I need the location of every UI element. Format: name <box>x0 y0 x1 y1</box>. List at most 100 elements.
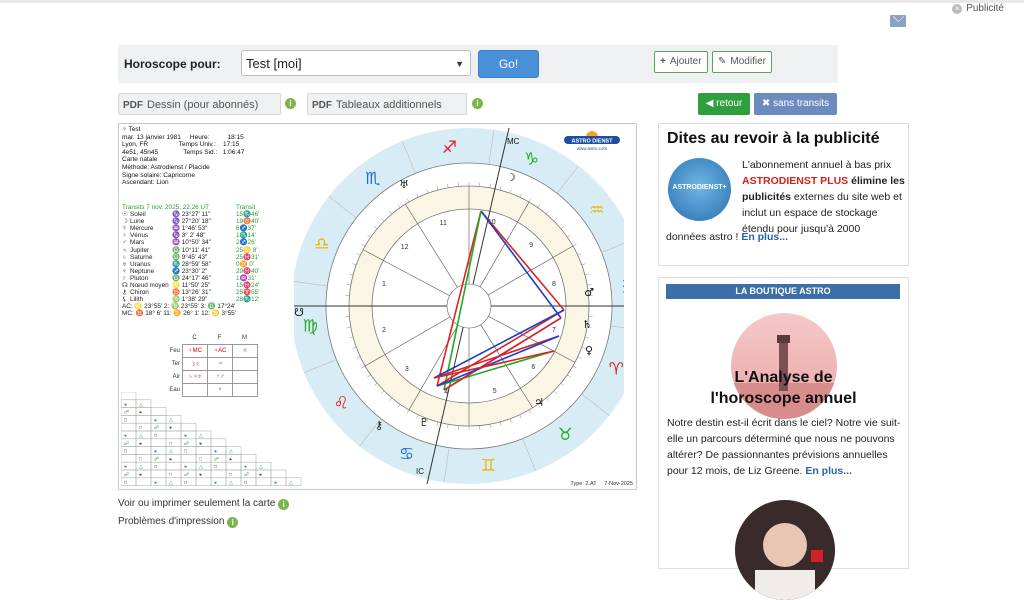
aspect-glyph: ☍ <box>124 410 129 416</box>
aspect-glyph: □ <box>139 456 142 462</box>
planet-n: Chiron <box>130 289 172 296</box>
zodiac-sign-glyph: ♒ <box>589 201 604 221</box>
zodiac-sign-glyph: ♐ <box>442 138 457 158</box>
aspect-glyph: ⚹ <box>214 480 217 486</box>
planet-n: Soleil <box>130 211 172 218</box>
chart-footer: Type: 2.AT 7-Nov-2025 <box>570 481 633 487</box>
planet-g: ♂ <box>122 239 130 246</box>
pdf-dessin-link[interactable]: PDFDessin (pour abonnés) <box>118 93 281 115</box>
planet-n: Uranus <box>130 261 172 268</box>
planet-n: Pluton <box>130 275 172 282</box>
edit-button[interactable]: ✎ Modifier <box>712 51 772 73</box>
planet-g: ☿ <box>122 225 130 232</box>
shop-more-link[interactable]: En plus... <box>805 465 852 477</box>
planet-n: Nœud moyen <box>130 282 172 289</box>
logo-text: ASTRO DIENST <box>572 139 614 145</box>
planet-row: ♄Saturne♎ 9°45' 43"25♓31' <box>122 254 259 261</box>
planet-n: Neptune <box>130 268 172 275</box>
elements-cell: ♀MC <box>183 345 208 358</box>
ad-last-line: données astro ! En plus... <box>666 231 788 243</box>
planet-g: ⚷ <box>122 289 130 296</box>
aspect-glyph: □ <box>124 480 127 486</box>
aspect-glyph: △ <box>169 480 173 486</box>
horoscope-select[interactable]: Test [moi] ▼ <box>241 50 471 76</box>
aspect-glyph: △ <box>229 449 233 455</box>
aspect-glyph: □ <box>214 464 217 470</box>
aspect-glyph: △ <box>169 449 173 455</box>
elements-col-head: F <box>208 332 233 345</box>
info-icon[interactable]: i <box>472 98 483 109</box>
shop-title[interactable]: L'Analyse de l'horoscope annuel <box>659 367 908 409</box>
aspect-glyph: ☍ <box>214 456 219 462</box>
aspect-glyph: □ <box>184 480 187 486</box>
ad-more-link[interactable]: En plus... <box>741 231 788 243</box>
info-icon[interactable]: i <box>285 98 296 109</box>
aspect-cell <box>166 462 181 470</box>
chart-date: 7-Nov-2025 <box>604 481 633 487</box>
info-icon[interactable]: i <box>227 517 238 528</box>
elements-table: CFMFeu♀MC♃AC♅Ter☽☿♃Air♄♃♅♇♂Eau♆ <box>167 332 258 397</box>
aspect-glyph: △ <box>139 433 143 439</box>
pdf-tableaux-link[interactable]: PDFTableaux additionnels <box>307 93 467 115</box>
elements-cell <box>233 358 258 371</box>
aspect-glyph: △ <box>139 402 143 408</box>
elements-cell: ☽☿ <box>183 358 208 371</box>
go-button[interactable]: Go! <box>478 50 539 78</box>
aspect-glyph: □ <box>124 417 127 423</box>
planet-p2: 0♊ 0' <box>236 261 254 268</box>
print-link[interactable]: Voir ou imprimer seulement la carte i <box>118 498 289 509</box>
planet-g: ♇ <box>122 275 130 282</box>
aspect-glyph: □ <box>244 480 247 486</box>
close-icon[interactable]: × <box>952 4 962 14</box>
aspect-glyph: ⚹ <box>199 441 202 447</box>
planet-p1: ♎ 9°45' 43" <box>172 254 236 261</box>
planet-glyph: ♄ <box>582 318 592 331</box>
zodiac-sign-glyph: ♉ <box>558 425 573 445</box>
aspect-cell <box>136 478 151 486</box>
aspect-glyph: △ <box>229 480 233 486</box>
aspect-cell <box>151 439 166 447</box>
aspect-glyph: ⚹ <box>139 441 142 447</box>
ad-text-1: L'abonnement annuel à bas prix <box>742 159 891 171</box>
add-button[interactable]: + Ajouter <box>654 51 708 73</box>
elements-row-head: Air <box>167 371 183 384</box>
house-number: 3 <box>405 366 409 373</box>
aspect-glyph: □ <box>169 441 172 447</box>
horoscope-form: Horoscope pour: Test [moi] ▼ Go! + Ajout… <box>118 45 838 83</box>
angle-label: IC <box>416 467 424 476</box>
info-icon[interactable]: i <box>278 499 289 510</box>
elements-col-head: M <box>233 332 258 345</box>
zodiac-sign-glyph: ♑ <box>524 150 539 170</box>
aspect-cell <box>196 447 211 455</box>
house-number: 11 <box>440 220 447 227</box>
planet-n: Jupiter <box>130 247 172 254</box>
astrodienst-plus-logo[interactable]: ASTRODIENST+ <box>668 158 731 221</box>
planet-n: Mars <box>130 239 172 246</box>
aspect-glyph: □ <box>124 449 127 455</box>
aspect-glyph: ⚹ <box>169 425 172 431</box>
pdf-dessin-label: Dessin (pour abonnés) <box>147 99 258 111</box>
aspect-glyph: ⚹ <box>154 417 157 423</box>
aspect-cell <box>151 408 166 416</box>
aspect-glyph: ☍ <box>154 456 159 462</box>
sans-transits-button[interactable]: ✖ sans transits <box>754 93 837 115</box>
elements-cell <box>233 371 258 384</box>
chart-info-line: Carte natale <box>122 156 244 164</box>
person-image[interactable] <box>735 500 835 600</box>
planet-row: ♇Pluton♎ 24°17' 46"1♒31' <box>122 275 259 282</box>
mail-icon[interactable] <box>890 15 906 27</box>
zodiac-sign-glyph: ♎ <box>314 234 329 254</box>
ad-close[interactable]: × Publicité <box>952 3 1004 14</box>
aspect-cell <box>181 423 196 431</box>
aspect-glyph: ⚹ <box>154 449 157 455</box>
shop-text: Notre destin est-il écrit dans le ciel? … <box>667 415 901 479</box>
planet-g: ♀ <box>122 232 130 239</box>
problems-link[interactable]: Problèmes d'impression i <box>118 516 238 527</box>
retour-button[interactable]: ◀ retour <box>698 93 750 115</box>
aspect-cell <box>121 392 136 400</box>
planet-g: ♅ <box>122 261 130 268</box>
aspect-glyph: ☍ <box>124 472 129 478</box>
planet-p1: ♏ 28°59' 58" <box>172 261 236 268</box>
aspect-glyph: △ <box>169 417 173 423</box>
aspect-glyph: ⚹ <box>214 449 217 455</box>
